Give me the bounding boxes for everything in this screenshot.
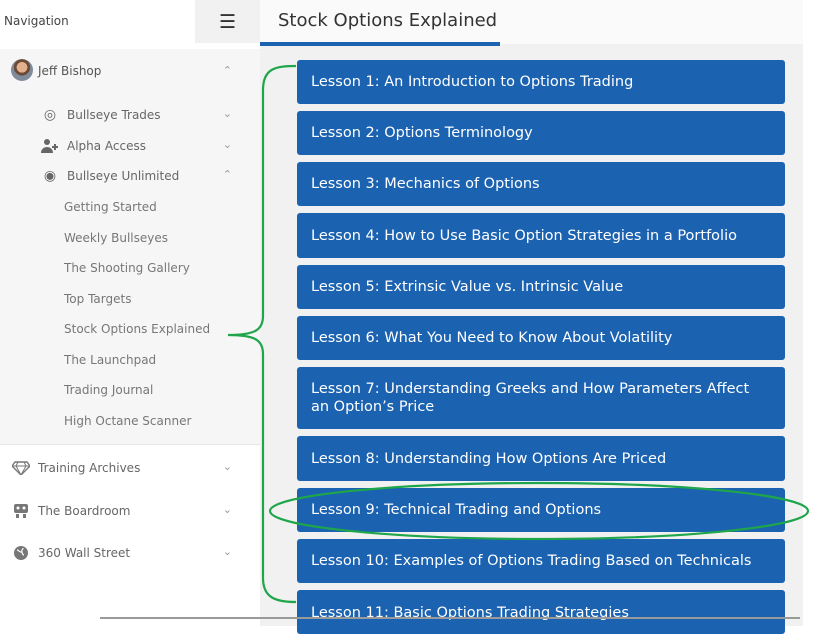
nav-section-label: Training Archives (38, 461, 141, 475)
nav-item-label: Bullseye Trades (67, 108, 161, 122)
page-title: Stock Options Explained (278, 10, 498, 31)
nav-item-alpha-access[interactable]: Alpha Access ⌄ (0, 131, 260, 161)
subnav-link-launchpad[interactable]: The Launchpad (64, 353, 156, 367)
nav-section-label: The Boardroom (38, 504, 131, 518)
bullseye-icon: ◉ (43, 168, 57, 184)
lesson-label: Lesson 3: Mechanics of Options (311, 176, 540, 192)
nav-section-boardroom[interactable]: The Boardroom ⌄ (0, 490, 260, 532)
user-submenu: ◎ Bullseye Trades ⌄ Alpha Access ⌄ ◉ Bul… (0, 92, 260, 444)
subnav-link-trading-journal[interactable]: Trading Journal (64, 383, 153, 397)
sidebar: Navigation ☰ Jeff Bishop ⌃ ◎ Bullseye Tr… (0, 0, 260, 626)
lesson-button-7[interactable]: Lesson 7: Understanding Greeks and How P… (297, 367, 785, 429)
subnav-link-shooting-gallery[interactable]: The Shooting Gallery (64, 261, 190, 275)
subnav-link-stock-options-explained[interactable]: Stock Options Explained (64, 322, 210, 336)
avatar (11, 59, 33, 81)
subnav-link-high-octane-scanner[interactable]: High Octane Scanner (64, 414, 191, 428)
nav-section-training-archives[interactable]: Training Archives ⌄ (0, 447, 260, 489)
lesson-button-5[interactable]: Lesson 5: Extrinsic Value vs. Intrinsic … (297, 265, 785, 309)
chevron-down-icon: ⌄ (222, 107, 232, 120)
lesson-button-11[interactable]: Lesson 11: Basic Options Trading Strateg… (297, 590, 785, 634)
nav-title: Navigation (4, 14, 69, 28)
lesson-label: Lesson 8: Understanding How Options Are … (311, 450, 667, 467)
page-header: Stock Options Explained (260, 0, 803, 46)
nav-section-label: 360 Wall Street (38, 546, 131, 560)
diamond-icon (12, 459, 30, 477)
lesson-label: Lesson 4: How to Use Basic Option Strate… (311, 227, 737, 244)
hamburger-icon: ☰ (218, 10, 237, 33)
add-user-icon (41, 138, 59, 154)
globe-icon (12, 544, 30, 562)
bottom-border (100, 617, 800, 619)
subnav-link-getting-started[interactable]: Getting Started (64, 200, 157, 214)
lesson-button-8[interactable]: Lesson 8: Understanding How Options Are … (297, 436, 785, 481)
lesson-label: Lesson 5: Extrinsic Value vs. Intrinsic … (311, 279, 624, 295)
boardroom-icon (12, 502, 30, 520)
chevron-down-icon: ⌄ (222, 545, 232, 558)
nav-header: Navigation ☰ (0, 0, 260, 44)
subnav-link-top-targets[interactable]: Top Targets (64, 292, 131, 306)
lesson-button-2[interactable]: Lesson 2: Options Terminology (297, 111, 785, 155)
target-icon: ◎ (43, 107, 57, 123)
right-gutter (803, 0, 817, 626)
lesson-label: Lesson 2: Options Terminology (311, 125, 533, 141)
lesson-button-3[interactable]: Lesson 3: Mechanics of Options (297, 162, 785, 206)
lesson-label: Lesson 6: What You Need to Know About Vo… (311, 330, 673, 346)
title-underline (260, 42, 500, 46)
lesson-button-6[interactable]: Lesson 6: What You Need to Know About Vo… (297, 316, 785, 360)
chevron-down-icon: ⌄ (222, 503, 232, 516)
user-name: Jeff Bishop (38, 64, 102, 78)
user-menu[interactable]: Jeff Bishop ⌃ (0, 49, 260, 92)
nav-item-bullseye-trades[interactable]: ◎ Bullseye Trades ⌄ (0, 100, 260, 130)
sidebar-divider (0, 444, 260, 445)
lesson-label: Lesson 10: Examples of Options Trading B… (311, 553, 752, 569)
lesson-label: Lesson 1: An Introduction to Options Tra… (311, 74, 634, 90)
chevron-up-icon: ⌃ (222, 168, 232, 181)
chevron-up-icon: ⌃ (222, 64, 232, 77)
nav-section-360-wall-street[interactable]: 360 Wall Street ⌄ (0, 532, 260, 574)
nav-item-label: Alpha Access (67, 139, 147, 153)
menu-toggle-button[interactable]: ☰ (195, 0, 260, 43)
lesson-button-1[interactable]: Lesson 1: An Introduction to Options Tra… (297, 60, 785, 104)
lesson-label: Lesson 7: Understanding Greeks and How P… (311, 381, 750, 415)
chevron-down-icon: ⌄ (222, 138, 232, 151)
nav-item-bullseye-unlimited[interactable]: ◉ Bullseye Unlimited ⌃ (0, 161, 260, 191)
lesson-button-10[interactable]: Lesson 10: Examples of Options Trading B… (297, 539, 785, 583)
nav-item-label: Bullseye Unlimited (67, 169, 180, 183)
lesson-label: Lesson 9: Technical Trading and Options (311, 502, 602, 518)
chevron-down-icon: ⌄ (222, 460, 232, 473)
main-content: Stock Options Explained Lesson 1: An Int… (260, 0, 817, 634)
lesson-button-4[interactable]: Lesson 4: How to Use Basic Option Strate… (297, 213, 785, 258)
subnav-link-weekly-bullseyes[interactable]: Weekly Bullseyes (64, 231, 168, 245)
lesson-button-9[interactable]: Lesson 9: Technical Trading and Options (297, 488, 785, 532)
lesson-label: Lesson 11: Basic Options Trading Strateg… (311, 605, 629, 621)
